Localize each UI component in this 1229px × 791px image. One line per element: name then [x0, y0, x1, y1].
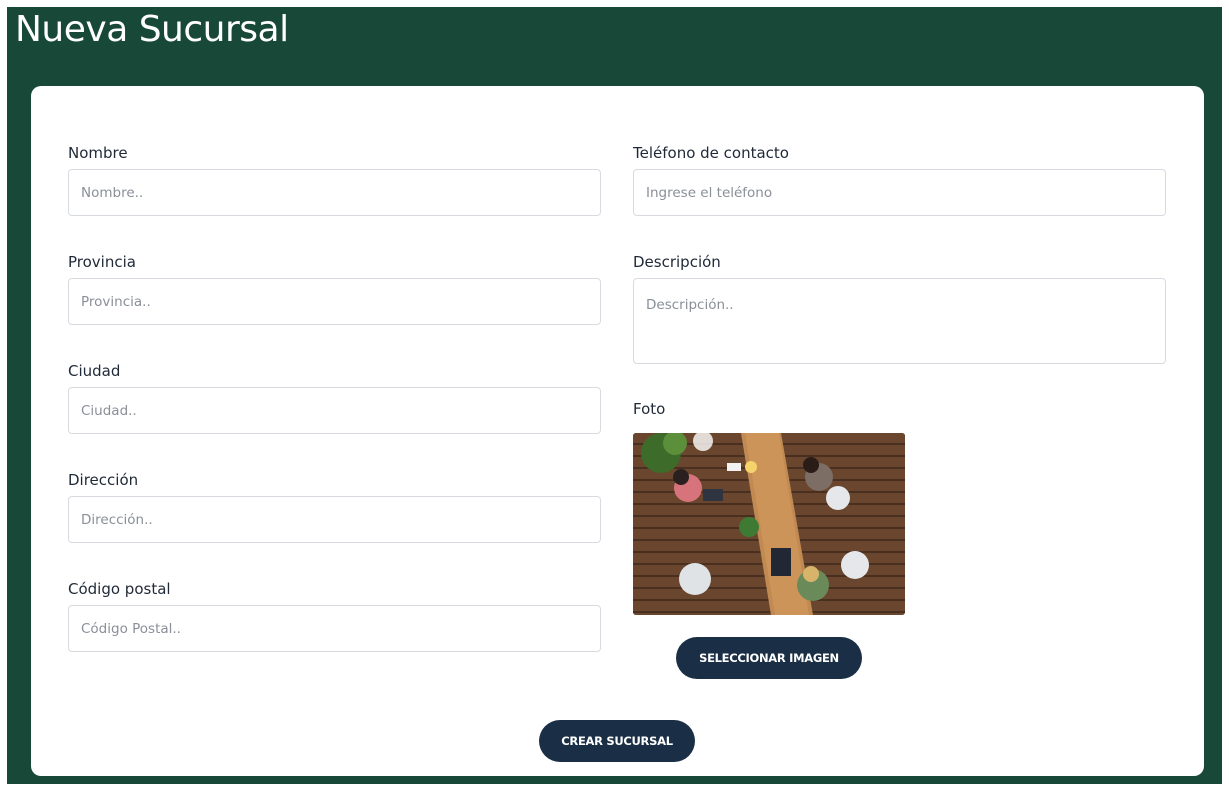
telefono-field-group: Teléfono de contacto — [633, 143, 1167, 216]
foto-label: Foto — [633, 400, 666, 418]
direccion-input[interactable] — [68, 496, 601, 543]
create-branch-button[interactable]: CREAR SUCURSAL — [539, 720, 695, 762]
codigo-postal-field-group: Código postal — [68, 579, 602, 652]
nombre-input[interactable] — [68, 169, 601, 216]
direccion-field-group: Dirección — [68, 470, 602, 543]
form-card: Nombre Provincia Ciudad Dirección Código… — [31, 86, 1204, 776]
ciudad-field-group: Ciudad — [68, 361, 602, 434]
provincia-label: Provincia — [68, 253, 136, 271]
telefono-input[interactable] — [633, 169, 1166, 216]
codigo-postal-label: Código postal — [68, 580, 171, 598]
descripcion-field-group: Descripción — [633, 252, 1167, 364]
direccion-label: Dirección — [68, 471, 139, 489]
ciudad-input[interactable] — [68, 387, 601, 434]
nombre-field-group: Nombre — [68, 143, 602, 216]
nombre-label: Nombre — [68, 144, 128, 162]
provincia-input[interactable] — [68, 278, 601, 325]
foto-field-group: Foto — [633, 399, 1167, 419]
codigo-postal-input[interactable] — [68, 605, 601, 652]
descripcion-label: Descripción — [633, 253, 721, 271]
page-title: Nueva Sucursal — [15, 9, 289, 50]
page-background: Nueva Sucursal Nombre Provincia Ciudad D… — [7, 7, 1222, 784]
telefono-label: Teléfono de contacto — [633, 144, 789, 162]
provincia-field-group: Provincia — [68, 252, 602, 325]
select-image-button[interactable]: SELECCIONAR IMAGEN — [676, 637, 862, 679]
descripcion-textarea[interactable] — [633, 278, 1166, 364]
branch-photo — [633, 433, 905, 615]
ciudad-label: Ciudad — [68, 362, 121, 380]
